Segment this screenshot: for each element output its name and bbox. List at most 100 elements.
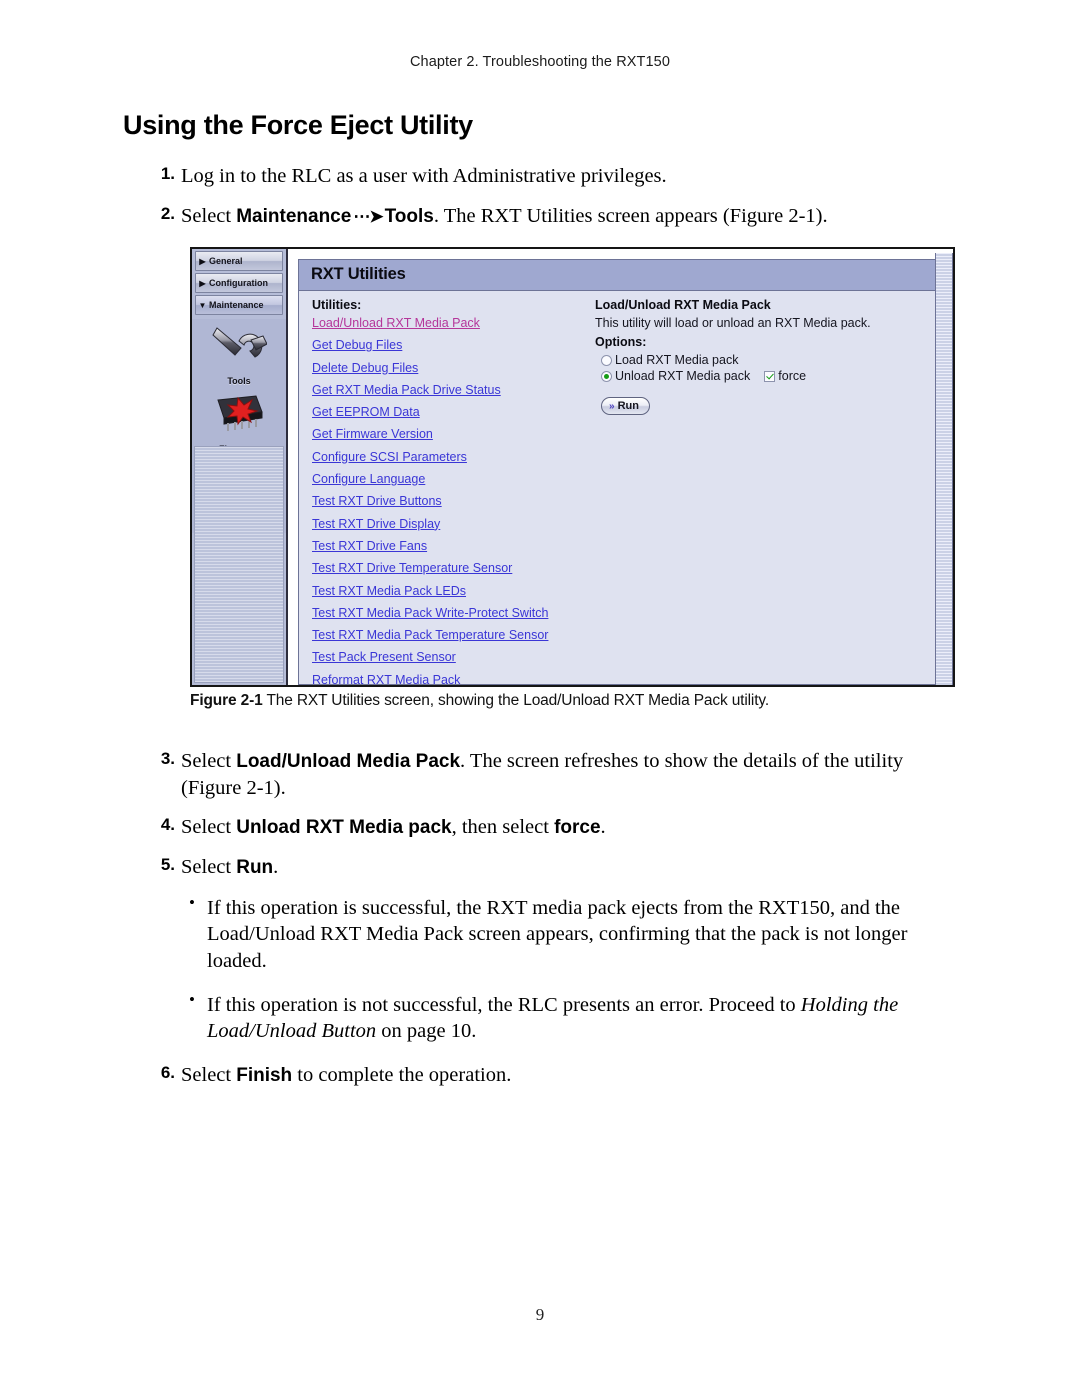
text-run: on page 10. (376, 1020, 477, 1043)
utility-link[interactable]: Reformat RXT Media Pack (312, 673, 591, 685)
step-number: 5. (160, 855, 175, 875)
bullet-marker-icon: • (189, 892, 195, 912)
utility-link[interactable]: Get RXT Media Pack Drive Status (312, 383, 591, 397)
text-run: Select (181, 204, 237, 227)
text-run: . (600, 816, 606, 839)
utilities-link-list: Load/Unload RXT Media Pack Get Debug File… (312, 316, 591, 685)
text-run: Select (181, 1063, 237, 1086)
figure-caption: Figure 2-1 The RXT Utilities screen, sho… (190, 692, 980, 710)
bullet-list: • If this operation is successful, the RX… (123, 892, 968, 1045)
force-checkbox[interactable] (764, 370, 776, 382)
options-group: Load RXT Media pack Unload RXT Media pack… (595, 353, 935, 383)
run-button[interactable]: » Run (601, 397, 650, 415)
text-run: Select (181, 750, 237, 772)
steps-list-bottom: 3. Select Load/Unload Media Pack. The scr… (123, 748, 968, 881)
sidebar-tab-maintenance[interactable]: ▼ Maintenance (195, 295, 283, 315)
step-text: Select Finish to complete the operation. (181, 1064, 511, 1086)
sidebar-tab-label: Maintenance (209, 300, 264, 310)
option-label: Unload RXT Media pack (615, 369, 751, 383)
option-row: Load RXT Media pack (601, 353, 935, 367)
text-run: , then select (451, 816, 555, 839)
emphasis-bold: Unload RXT Media pack (236, 817, 452, 839)
utility-link[interactable]: Test RXT Drive Temperature Sensor (312, 561, 591, 575)
step-item: 3. Select Load/Unload Media Pack. The scr… (123, 748, 968, 801)
bullet-text: If this operation is not successful, the… (207, 994, 898, 1043)
options-header: Options: (595, 335, 647, 349)
utility-link[interactable]: Delete Debug Files (312, 361, 591, 375)
utilities-column: Utilities: Load/Unload RXT Media Pack Get… (299, 298, 591, 685)
option-label: Load RXT Media pack (615, 353, 739, 367)
triangle-down-icon: ▼ (198, 300, 207, 310)
utility-link[interactable]: Get Firmware Version (312, 427, 591, 441)
sidebar-tab-configuration[interactable]: ▶ Configuration (195, 273, 283, 293)
radio-button[interactable] (601, 354, 612, 366)
steps-list-top: 1. Log in to the RLC as a user with Admin… (123, 163, 963, 229)
bullet-marker-icon: • (189, 989, 195, 1009)
page-content-top: Using the Force Eject Utility 1. Log in t… (123, 110, 963, 242)
triangle-right-icon: ▶ (199, 278, 206, 288)
emphasis-bold: Load/Unload Media Pack (236, 751, 461, 772)
running-head: Chapter 2. Troubleshooting the RXT150 (409, 54, 671, 70)
step-text: Select Run. (181, 856, 278, 878)
utility-link[interactable]: Test Pack Present Sensor (312, 650, 591, 664)
step-number: 1. (160, 164, 175, 183)
page-content-bottom: 3. Select Load/Unload Media Pack. The scr… (123, 748, 968, 1102)
sidebar-icon-label: Tools (227, 376, 251, 386)
option-row: Unload RXT Media pack force (601, 369, 935, 383)
step-item: 1. Log in to the RLC as a user with Admin… (123, 163, 963, 190)
text-run: If this operation is not successful, the… (207, 993, 801, 1016)
utility-link[interactable]: Test RXT Drive Fans (312, 539, 591, 553)
step-text: Select Maintenance ⋯➤ Tools. The RXT Utili… (181, 205, 828, 227)
menu-arrow-icon: ⋯➤ (353, 206, 383, 226)
sidebar-tab-label: Configuration (209, 278, 268, 288)
step-number: 6. (160, 1062, 175, 1082)
step-item: 5. Select Run. (123, 854, 968, 881)
sidebar-tab-label: General (209, 256, 243, 266)
text-run: to complete the operation. (292, 1063, 512, 1086)
utility-link[interactable]: Test RXT Media Pack LEDs (312, 584, 591, 598)
text-run: Select (181, 816, 237, 839)
step-number: 4. (160, 815, 175, 835)
utilities-header: Utilities: (312, 298, 362, 312)
utility-link[interactable]: Test RXT Drive Display (312, 517, 591, 531)
emphasis-bold: force (554, 817, 601, 839)
rlc-sidebar: ▶ General ▶ Configuration ▼ Maintenance Tools… (192, 249, 288, 685)
force-checkbox-label: force (778, 369, 807, 383)
page-number: 9 (535, 1305, 545, 1324)
text-run: Log in to the RLC as a user with Adminis… (181, 165, 667, 187)
steps-list-final: 6. Select Finish to complete the operatio… (123, 1062, 968, 1089)
figure-caption-label: Figure 2-1 (190, 692, 263, 709)
utility-link[interactable]: Load/Unload RXT Media Pack (312, 316, 591, 330)
page-title: Using the Force Eject Utility (123, 110, 473, 140)
triangle-right-icon: ▶ (199, 256, 206, 266)
sidebar-tab-group: ▶ General ▶ Configuration ▼ Maintenance (192, 251, 286, 315)
sidebar-tab-general[interactable]: ▶ General (195, 251, 283, 271)
sidebar-icon-item-tools[interactable]: Tools (192, 319, 286, 391)
utility-link[interactable]: Configure SCSI Parameters (312, 450, 591, 464)
text-run: Select (181, 856, 237, 879)
bullet-text: If this operation is successful, the RXT… (207, 897, 907, 972)
utility-link[interactable]: Test RXT Drive Buttons (312, 494, 591, 508)
step-text: Select Load/Unload Media Pack. The scree… (181, 750, 903, 799)
rlc-main-area: RXT Utilities Utilities: Load/Unload RXT… (288, 249, 953, 685)
text-run: . (273, 856, 279, 879)
detail-description: This utility will load or unload an RXT … (595, 316, 871, 330)
run-button-label: Run (617, 400, 639, 412)
utility-link[interactable]: Get Debug Files (312, 338, 591, 352)
text-run: . The RXT Utilities screen appears (Figu… (433, 204, 828, 227)
step-text: Log in to the RLC as a user with Adminis… (181, 165, 667, 187)
text-run: If this operation is successful, the RXT… (207, 896, 908, 972)
detail-title: Load/Unload RXT Media Pack (595, 298, 771, 312)
bullet-item: • If this operation is successful, the RX… (123, 892, 968, 975)
emphasis-bold: Run (236, 857, 274, 879)
step-number: 2. (160, 203, 175, 223)
utility-link[interactable]: Get EEPROM Data (312, 405, 591, 419)
step-item: 2. Select Maintenance ⋯➤ Tools. The RXT Uti… (123, 203, 963, 230)
vertical-scrollbar[interactable] (935, 253, 953, 685)
figure-caption-text: The RXT Utilities screen, showing the Lo… (266, 692, 769, 709)
detail-column: Load/Unload RXT Media Pack This utility … (591, 298, 935, 684)
utility-link[interactable]: Test RXT Media Pack Write-Protect Switch (312, 606, 591, 620)
utility-link[interactable]: Configure Language (312, 472, 591, 486)
radio-button[interactable] (601, 370, 612, 382)
utility-link[interactable]: Test RXT Media Pack Temperature Sensor (312, 628, 591, 642)
